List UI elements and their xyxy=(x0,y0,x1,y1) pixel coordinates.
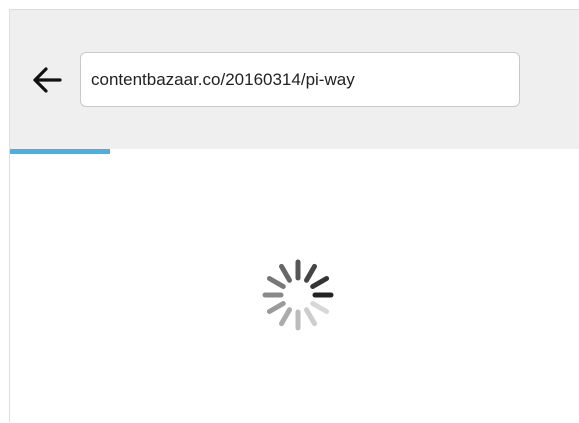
left-arrow-icon xyxy=(33,67,62,93)
spinner-spoke xyxy=(304,307,317,327)
spinner-spoke xyxy=(310,301,330,314)
page-content xyxy=(10,155,579,423)
spinner-spoke xyxy=(266,276,286,289)
browser-window: contentbazaar.co/20160314/pi-way xyxy=(9,9,579,423)
spinner-spoke xyxy=(279,263,292,283)
spinner-spoke xyxy=(310,276,330,289)
spinner-spoke xyxy=(279,307,292,327)
spinner-spoke xyxy=(304,263,317,283)
progress-fill xyxy=(10,149,110,154)
browser-toolbar: contentbazaar.co/20160314/pi-way xyxy=(10,10,579,149)
spinner-icon xyxy=(262,259,334,331)
url-input[interactable]: contentbazaar.co/20160314/pi-way xyxy=(80,52,520,107)
spinner-spoke xyxy=(266,301,286,314)
back-button[interactable] xyxy=(28,60,66,100)
